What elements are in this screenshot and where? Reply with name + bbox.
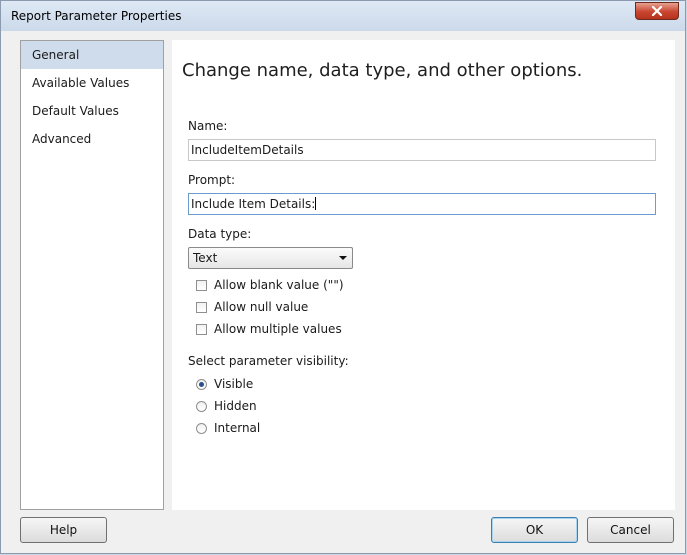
- text-caret: [315, 197, 317, 210]
- radio-label: Hidden: [214, 399, 257, 413]
- data-type-label: Data type:: [188, 227, 252, 241]
- data-type-value: Text: [193, 251, 218, 265]
- ok-button[interactable]: OK: [491, 517, 578, 543]
- checkbox-box: [196, 301, 207, 313]
- name-value: IncludeItemDetails: [191, 143, 304, 157]
- checkbox-label: Allow null value: [214, 300, 309, 314]
- visibility-visible-radio[interactable]: Visible: [196, 376, 253, 392]
- window-title: Report Parameter Properties: [11, 9, 182, 23]
- radio-dot: [196, 378, 207, 390]
- sidebar-item-label: General: [32, 48, 80, 62]
- sidebar-item-label: Available Values: [32, 76, 130, 90]
- checkbox-label: Allow blank value (""): [214, 278, 344, 292]
- checkbox-label: Allow multiple values: [214, 322, 342, 336]
- visibility-hidden-radio[interactable]: Hidden: [196, 398, 257, 414]
- help-button[interactable]: Help: [20, 517, 107, 543]
- allow-blank-checkbox[interactable]: Allow blank value (""): [196, 277, 344, 293]
- sidebar-item-label: Default Values: [32, 104, 119, 118]
- allow-multiple-checkbox[interactable]: Allow multiple values: [196, 321, 342, 337]
- close-button[interactable]: [635, 2, 679, 20]
- radio-dot: [196, 400, 207, 412]
- visibility-label: Select parameter visibility:: [188, 354, 349, 368]
- general-panel: Change name, data type, and other option…: [172, 40, 675, 510]
- sidebar-item-label: Advanced: [32, 132, 92, 146]
- prompt-label: Prompt:: [188, 173, 236, 187]
- checkbox-box: [196, 323, 207, 335]
- radio-label: Visible: [214, 377, 254, 391]
- title-bar[interactable]: Report Parameter Properties: [1, 1, 685, 31]
- sidebar-item-available-values[interactable]: Available Values: [21, 69, 163, 97]
- close-icon: [651, 6, 663, 16]
- chevron-down-icon: [339, 256, 347, 260]
- cancel-button[interactable]: Cancel: [587, 517, 674, 543]
- sidebar-item-general[interactable]: General: [21, 41, 163, 69]
- sidebar-item-default-values[interactable]: Default Values: [21, 97, 163, 125]
- prompt-field[interactable]: Include Item Details:: [188, 193, 656, 215]
- page-title: Change name, data type, and other option…: [182, 60, 583, 81]
- radio-label: Internal: [214, 421, 261, 435]
- checkbox-box: [196, 279, 207, 291]
- visibility-internal-radio[interactable]: Internal: [196, 420, 260, 436]
- sidebar-item-advanced[interactable]: Advanced: [21, 125, 163, 153]
- name-field[interactable]: IncludeItemDetails: [188, 139, 656, 161]
- allow-null-checkbox[interactable]: Allow null value: [196, 299, 308, 315]
- dialog-client: General Available Values Default Values …: [9, 32, 679, 549]
- radio-dot: [196, 422, 207, 434]
- dialog-window: Report Parameter Properties General Avai…: [0, 0, 686, 554]
- data-type-select[interactable]: Text: [188, 247, 353, 269]
- prompt-value: Include Item Details:: [191, 197, 316, 211]
- sidebar: General Available Values Default Values …: [20, 40, 164, 510]
- name-label: Name:: [188, 119, 228, 133]
